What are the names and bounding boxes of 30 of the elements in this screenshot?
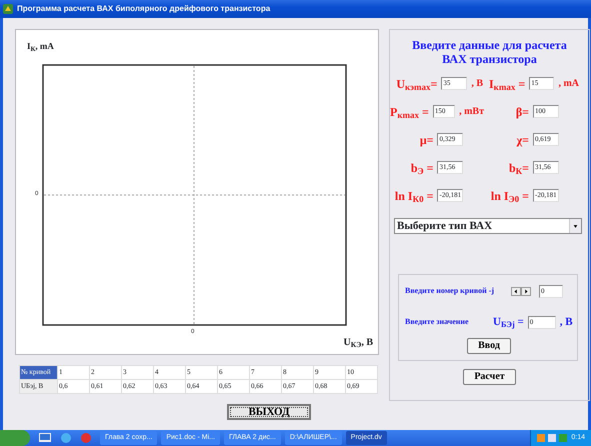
voltage-label: U$_{БЭj}$ = <box>493 314 524 330</box>
unit-label: , mA <box>558 77 579 92</box>
exit-button[interactable]: ВЫХОД <box>227 404 311 420</box>
field-label: ln I$_{К0}$ = <box>394 188 434 205</box>
tray-icons-drawing <box>537 433 568 443</box>
field-label: U$_{кэmax}$= <box>396 76 438 93</box>
field-label: β= <box>516 104 529 121</box>
field-label: χ= <box>516 132 529 149</box>
calculate-button[interactable]: Расчет <box>463 369 516 386</box>
type-dropdown[interactable]: Выберите тип ВАХ <box>394 218 582 234</box>
x-axis-label: U$_{КЭ}$, В <box>343 336 373 350</box>
y-axis-label: I$_{К}$, mA <box>27 40 54 54</box>
field-label: b$_{К}$= <box>508 160 529 177</box>
window-title: Программа расчета ВАХ биполярного дрейфового транзистора <box>17 3 270 15</box>
curve-number-label: Введите номер кривой -j <box>405 285 496 298</box>
field-label: P$_{кmax}$ = <box>390 104 429 121</box>
unit-label: , mВт <box>459 105 484 120</box>
panel-heading: Введите данные для расчета ВАХ транзистора <box>411 38 568 67</box>
enter-button[interactable]: Ввод <box>467 338 511 354</box>
desktop-icon[interactable] <box>38 432 52 444</box>
value-label: Введите значение <box>405 316 470 328</box>
start-button[interactable] <box>0 430 30 446</box>
field-label: μ= <box>420 132 434 149</box>
app-icon <box>3 4 13 14</box>
field-label: ln I$_{Э0}$ = <box>490 188 529 205</box>
unit-label: , В <box>471 77 483 92</box>
unit-label: , В <box>560 314 573 330</box>
caret-icon <box>569 218 581 233</box>
field-label: I$_{кmax}$ = <box>489 76 526 93</box>
field-label: b$_{Э}$ = <box>410 160 434 177</box>
